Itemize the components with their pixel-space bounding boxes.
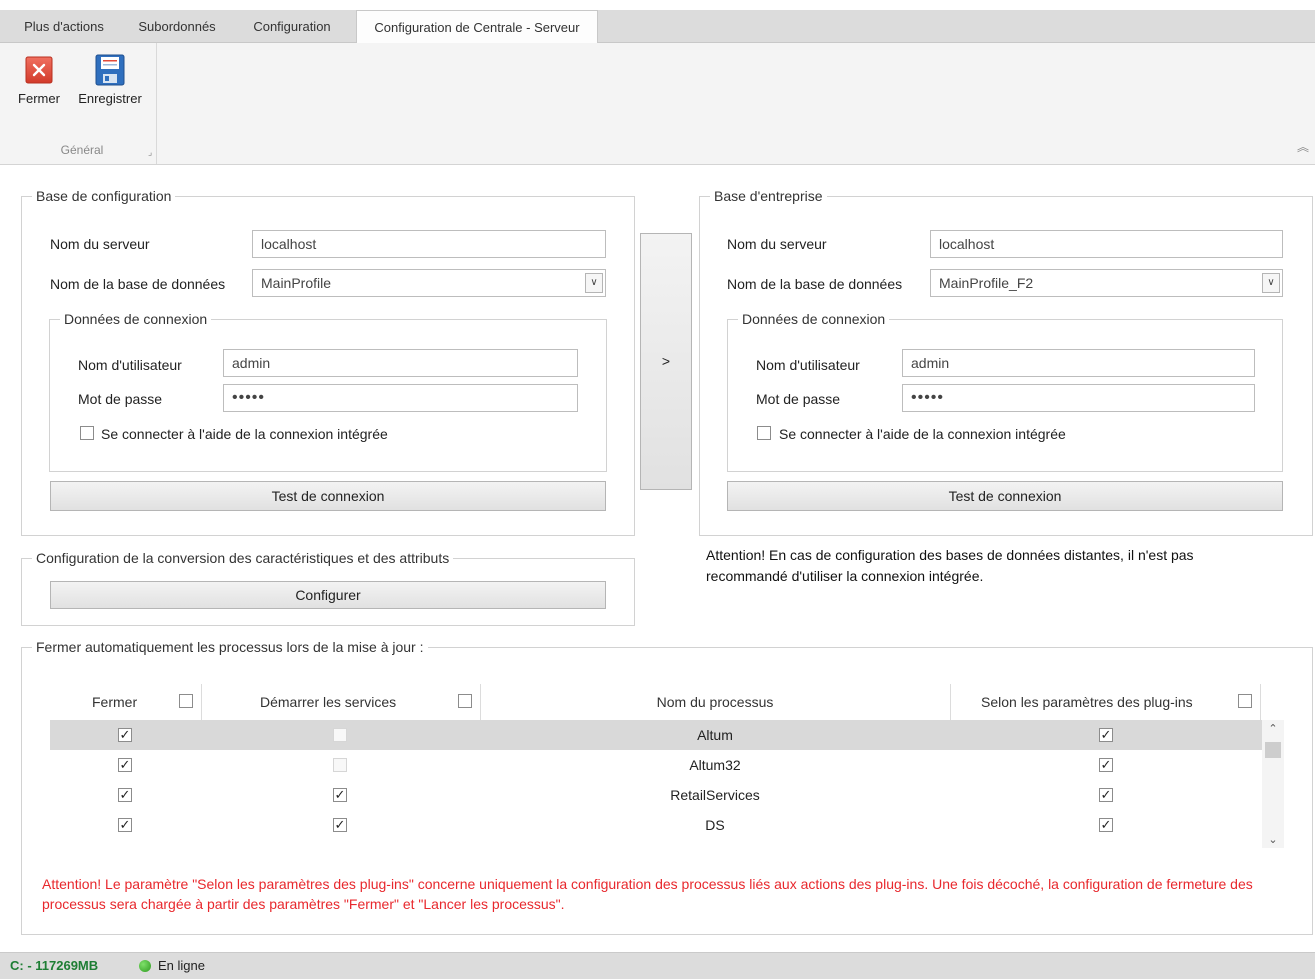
plugins-warning: Attention! Le paramètre "Selon les param…	[42, 876, 1253, 912]
company-password-label: Mot de passe	[756, 391, 841, 407]
row-start-services-checkbox	[333, 758, 347, 772]
scroll-down-icon[interactable]: ⌄	[1262, 833, 1284, 846]
chevron-down-icon[interactable]: ∨	[585, 273, 603, 293]
ribbon-group-label: Général	[60, 143, 104, 157]
row-close-checkbox[interactable]	[118, 728, 132, 742]
scroll-up-icon[interactable]: ⌃	[1262, 722, 1284, 735]
row-close-checkbox[interactable]	[118, 818, 132, 832]
company-integrated-checkbox[interactable]	[757, 426, 771, 440]
company-db-select-value: MainProfile_F2	[939, 275, 1034, 291]
table-row[interactable]: RetailServices	[50, 780, 1262, 810]
row-per-plugins-checkbox[interactable]	[1099, 788, 1113, 802]
config-server-input[interactable]: localhost	[252, 230, 606, 258]
close-all-checkbox[interactable]	[179, 694, 193, 708]
close-button[interactable]: Fermer	[14, 53, 64, 106]
disk-space-status: C: - 117269MB	[10, 958, 99, 973]
ribbon-tabbar: Plus d'actions Subordonnés Configuration…	[0, 10, 1315, 43]
config-server-label: Nom du serveur	[50, 236, 150, 252]
company-integrated-label: Se connecter à l'aide de la connexion in…	[779, 426, 1066, 442]
close-icon	[25, 56, 53, 84]
row-process-name: DS	[705, 817, 725, 833]
config-integrated-checkbox[interactable]	[80, 426, 94, 440]
col-close-header: Fermer	[92, 694, 138, 710]
processes-title: Fermer automatiquement les processus lor…	[36, 639, 424, 655]
col-separator	[201, 684, 202, 720]
company-test-connection-button[interactable]: Test de connexion	[727, 481, 1283, 511]
integrated-connection-warning: Attention! En cas de configuration des b…	[706, 547, 1194, 584]
company-server-input[interactable]: localhost	[930, 230, 1283, 258]
config-user-input[interactable]: admin	[223, 349, 578, 377]
close-button-label: Fermer	[18, 91, 60, 106]
tab-configuration[interactable]: Configuration	[236, 10, 348, 42]
ribbon: Fermer Enregistrer Général ⌟ ︽	[0, 43, 1315, 165]
row-process-name: Altum	[697, 727, 733, 743]
col-separator	[1260, 684, 1261, 720]
status-bar: C: - 117269MB En ligne	[0, 952, 1315, 979]
scroll-thumb[interactable]	[1265, 742, 1281, 758]
process-table-scrollbar[interactable]: ⌃ ⌄	[1262, 720, 1284, 848]
ribbon-group-general: Fermer Enregistrer Général ⌟	[8, 43, 157, 164]
config-test-connection-button[interactable]: Test de connexion	[50, 481, 606, 511]
config-db-select[interactable]: MainProfile ∨	[252, 269, 606, 297]
tab-central-server-config[interactable]: Configuration de Centrale - Serveur	[356, 10, 598, 43]
col-start-services-header: Démarrer les services	[260, 694, 397, 710]
company-server-label: Nom du serveur	[727, 236, 827, 252]
start-all-checkbox[interactable]	[458, 694, 472, 708]
row-per-plugins-checkbox[interactable]	[1099, 728, 1113, 742]
config-integrated-label: Se connecter à l'aide de la connexion in…	[101, 426, 388, 442]
row-close-checkbox[interactable]	[118, 788, 132, 802]
company-db-select[interactable]: MainProfile_F2 ∨	[930, 269, 1283, 297]
company-user-input[interactable]: admin	[902, 349, 1255, 377]
config-db-label: Nom de la base de données	[50, 276, 226, 292]
table-row[interactable]: Altum32	[50, 750, 1262, 780]
config-conn-title: Données de connexion	[64, 311, 208, 327]
row-process-name: Altum32	[689, 757, 741, 773]
ribbon-collapse-icon[interactable]: ︽	[1297, 138, 1309, 155]
group-launcher-icon[interactable]: ⌟	[148, 147, 152, 158]
row-per-plugins-checkbox[interactable]	[1099, 758, 1113, 772]
table-row[interactable]: DS	[50, 810, 1262, 840]
plugins-all-checkbox[interactable]	[1238, 694, 1252, 708]
save-button-label: Enregistrer	[78, 91, 142, 106]
col-process-name-header: Nom du processus	[656, 694, 774, 710]
row-start-services-checkbox[interactable]	[333, 788, 347, 802]
save-button[interactable]: Enregistrer	[70, 53, 150, 106]
config-password-input[interactable]: •••••	[223, 384, 578, 412]
online-status-icon	[139, 960, 151, 972]
row-process-name: RetailServices	[670, 787, 760, 803]
row-process-name: PLM	[480, 840, 950, 848]
config-db-select-value: MainProfile	[261, 275, 332, 291]
save-icon	[95, 54, 125, 86]
row-close-checkbox[interactable]	[118, 758, 132, 772]
chevron-down-icon[interactable]: ∨	[1262, 273, 1280, 293]
company-db-label: Nom de la base de données	[727, 276, 903, 292]
table-row[interactable]: PLM	[50, 840, 1262, 848]
configure-button[interactable]: Configurer	[50, 581, 606, 609]
table-row[interactable]: Altum	[50, 720, 1262, 750]
tab-subordinates[interactable]: Subordonnés	[122, 10, 232, 42]
copy-settings-button[interactable]: >	[640, 233, 692, 490]
company-conn-title: Données de connexion	[742, 311, 886, 327]
col-separator	[950, 684, 951, 720]
config-user-label: Nom d'utilisateur	[78, 357, 182, 373]
row-start-services-checkbox	[333, 728, 347, 742]
col-per-plugins-header: Selon les paramètres des plug-ins	[981, 694, 1193, 710]
config-db-title: Base de configuration	[36, 188, 172, 204]
process-table-body: Altum Altum32 RetailServices DS PLM	[50, 720, 1262, 848]
company-password-input[interactable]: •••••	[902, 384, 1255, 412]
company-db-title: Base d'entreprise	[714, 188, 823, 204]
config-password-label: Mot de passe	[78, 391, 163, 407]
tab-more-actions[interactable]: Plus d'actions	[8, 10, 120, 42]
company-user-label: Nom d'utilisateur	[756, 357, 860, 373]
conversion-title: Configuration de la conversion des carac…	[36, 550, 450, 566]
process-table-header: Fermer Démarrer les services Nom du proc…	[50, 684, 1262, 721]
online-status-label: En ligne	[158, 958, 205, 973]
row-start-services-checkbox[interactable]	[333, 818, 347, 832]
row-per-plugins-checkbox[interactable]	[1099, 818, 1113, 832]
